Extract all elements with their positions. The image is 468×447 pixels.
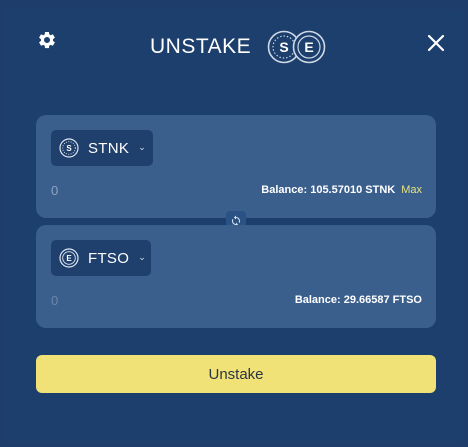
chevron-down-icon: ⌄ xyxy=(138,141,146,152)
from-balance-text: Balance: 105.57010 STNK xyxy=(261,184,396,196)
from-token-card: S STNK ⌄ Balance: 105.57010 STNK Max xyxy=(36,115,436,218)
to-balance: Balance: 29.66587 FTSO xyxy=(295,294,422,306)
page: UNSTAKE S E S STNK ⌄ Balance: 105.57010 … xyxy=(0,0,468,447)
to-amount-input[interactable] xyxy=(51,293,171,308)
from-balance: Balance: 105.57010 STNK Max xyxy=(261,184,422,196)
close-icon[interactable] xyxy=(426,33,446,53)
svg-text:S: S xyxy=(279,39,288,55)
svg-text:S: S xyxy=(66,144,72,153)
to-token-card: E FTSO ⌄ Balance: 29.66587 FTSO xyxy=(36,225,436,328)
modal-header: UNSTAKE S E xyxy=(150,29,329,65)
from-amount-input[interactable] xyxy=(51,183,171,198)
staking-logo-icon: S E xyxy=(267,30,326,64)
modal-title: UNSTAKE xyxy=(150,35,252,58)
svg-text:E: E xyxy=(66,254,72,263)
from-token-select[interactable]: S STNK ⌄ xyxy=(51,130,153,166)
max-button[interactable]: Max xyxy=(401,184,422,196)
stnk-token-icon: S xyxy=(59,138,79,158)
ftso-token-icon: E xyxy=(59,248,79,268)
svg-text:E: E xyxy=(304,39,313,55)
to-token-label: FTSO xyxy=(88,249,130,267)
from-token-label: STNK xyxy=(88,139,130,157)
gear-icon[interactable] xyxy=(37,30,57,50)
chevron-down-icon: ⌄ xyxy=(138,251,146,262)
to-token-select[interactable]: E FTSO ⌄ xyxy=(51,240,151,276)
unstake-button[interactable]: Unstake xyxy=(36,355,436,393)
to-balance-text: Balance: 29.66587 FTSO xyxy=(294,294,422,306)
